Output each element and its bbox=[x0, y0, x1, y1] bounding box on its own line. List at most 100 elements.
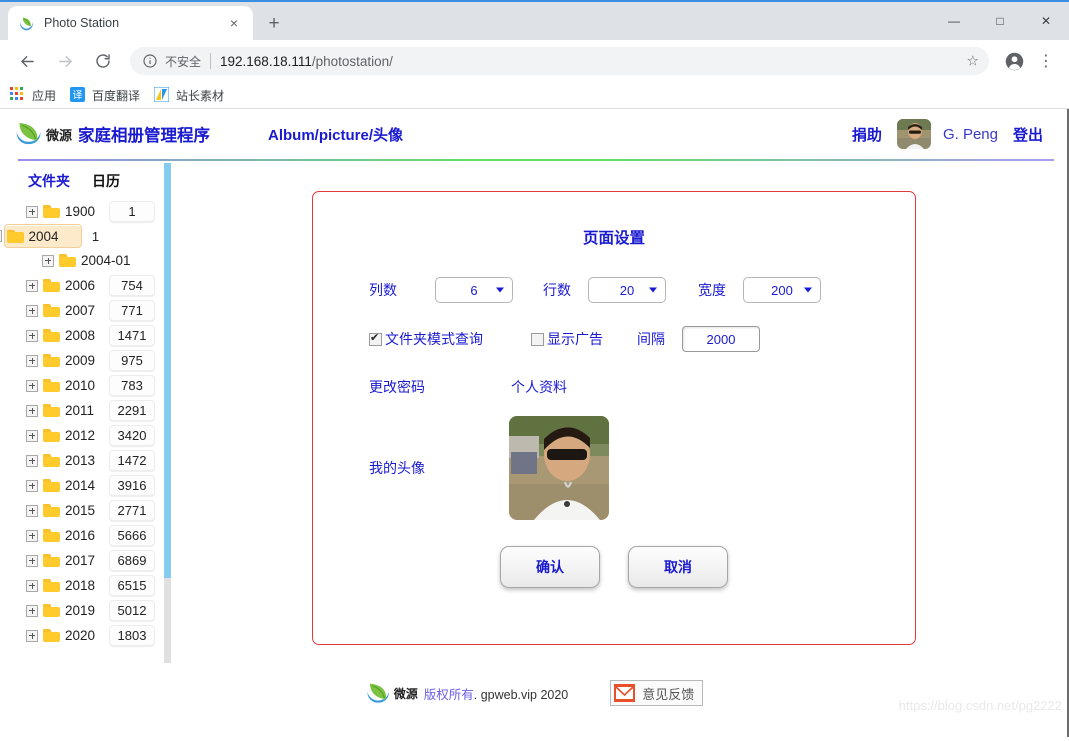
rows-value: 20 bbox=[620, 283, 634, 298]
tree-node[interactable]: 2007771 bbox=[0, 298, 160, 323]
feedback-button[interactable]: 意见反馈 bbox=[610, 680, 703, 706]
expand-plus-icon[interactable] bbox=[26, 330, 38, 342]
tree-node[interactable]: 2010783 bbox=[0, 373, 160, 398]
maximize-icon[interactable]: □ bbox=[977, 2, 1023, 40]
expand-plus-icon[interactable] bbox=[26, 580, 38, 592]
brand[interactable]: 微源 家庭相册管理程序 bbox=[14, 121, 210, 147]
tab-close-icon[interactable]: × bbox=[225, 14, 243, 32]
width-value: 200 bbox=[771, 283, 793, 298]
page-settings-panel: 页面设置 列数 6 行数 20 宽度 bbox=[312, 191, 916, 645]
cancel-button[interactable]: 取消 bbox=[628, 546, 728, 588]
expand-plus-icon[interactable] bbox=[26, 206, 38, 218]
tree-node[interactable]: 2004-01 bbox=[0, 248, 160, 273]
logout-link[interactable]: 登出 bbox=[1013, 124, 1043, 145]
bookmark-star-icon[interactable]: ☆ bbox=[966, 53, 979, 70]
folder-mode-checkbox[interactable] bbox=[369, 333, 382, 346]
close-icon[interactable]: ✕ bbox=[1023, 2, 1069, 40]
expand-plus-icon[interactable] bbox=[26, 530, 38, 542]
browser-window: Photo Station × + — □ ✕ 不安全 192.168.18.1… bbox=[0, 0, 1069, 741]
tree-node[interactable]: 20041 bbox=[4, 224, 82, 248]
minimize-icon[interactable]: — bbox=[931, 2, 977, 40]
avatar[interactable] bbox=[897, 119, 931, 149]
tree-node-count: 1803 bbox=[109, 625, 155, 646]
reload-icon[interactable] bbox=[88, 46, 118, 76]
folder-icon bbox=[43, 329, 60, 342]
site-header: 微源 家庭相册管理程序 Album/picture/头像 捐助 bbox=[0, 109, 1068, 159]
expand-plus-icon[interactable] bbox=[26, 405, 38, 417]
info-circle-icon[interactable] bbox=[142, 53, 158, 69]
expand-plus-icon[interactable] bbox=[26, 430, 38, 442]
url-text: 192.168.18.111/photostation/ bbox=[220, 54, 393, 69]
bookmark-apps[interactable]: 应用 bbox=[10, 87, 56, 104]
page-right-border bbox=[1067, 109, 1068, 737]
sidebar-tab-folders[interactable]: 文件夹 bbox=[28, 171, 70, 191]
tree-node[interactable]: 20081471 bbox=[0, 323, 160, 348]
settings-row-selects: 列数 6 行数 20 宽度 200 bbox=[313, 277, 915, 303]
bookmark-chinaz[interactable]: 站长素材 bbox=[154, 87, 224, 104]
menu-icon[interactable]: ⋮ bbox=[1031, 46, 1061, 76]
show-ads-checkbox[interactable] bbox=[531, 333, 544, 346]
folder-icon bbox=[43, 579, 60, 592]
expand-plus-icon[interactable] bbox=[26, 380, 38, 392]
content-row: 文件夹 日历 19001200412004-012006754200777120… bbox=[0, 161, 1068, 667]
folder-icon bbox=[59, 254, 76, 267]
tree-node[interactable]: 2009975 bbox=[0, 348, 160, 373]
columns-select[interactable]: 6 bbox=[435, 277, 513, 303]
tree-node[interactable]: 20152771 bbox=[0, 498, 160, 523]
tree-node[interactable]: 20123420 bbox=[0, 423, 160, 448]
expand-plus-icon[interactable] bbox=[26, 305, 38, 317]
tree-node[interactable]: 20186515 bbox=[0, 573, 160, 598]
my-avatar-image[interactable] bbox=[509, 416, 609, 520]
expand-plus-icon[interactable] bbox=[26, 555, 38, 567]
chevron-down-icon bbox=[804, 288, 812, 293]
tree-node-count: 3916 bbox=[109, 475, 155, 496]
expand-plus-icon[interactable] bbox=[26, 280, 38, 292]
expand-plus-icon[interactable] bbox=[26, 505, 38, 517]
bookmark-baidu-translate[interactable]: 译 百度翻译 bbox=[70, 87, 140, 104]
tree-node[interactable]: 20201803 bbox=[0, 623, 160, 648]
tree-node-label: 2004 bbox=[29, 229, 65, 244]
confirm-button[interactable]: 确认 bbox=[500, 546, 600, 588]
sidebar-tab-calendar[interactable]: 日历 bbox=[92, 171, 120, 191]
tree-node-count: 2771 bbox=[109, 500, 155, 521]
tree-node[interactable]: 19001 bbox=[0, 199, 160, 224]
expand-plus-icon[interactable] bbox=[26, 455, 38, 467]
expand-plus-icon[interactable] bbox=[26, 630, 38, 642]
show-ads-label[interactable]: 显示广告 bbox=[547, 329, 603, 349]
collapse-minus-icon[interactable] bbox=[0, 230, 2, 242]
tree-node[interactable]: 20112291 bbox=[0, 398, 160, 423]
columns-label: 列数 bbox=[369, 280, 397, 300]
page-content: 微源 家庭相册管理程序 Album/picture/头像 捐助 bbox=[0, 109, 1069, 737]
rows-select[interactable]: 20 bbox=[588, 277, 666, 303]
footer-brand-label: 微源 bbox=[394, 685, 418, 702]
address-bar[interactable]: 不安全 192.168.18.111/photostation/ ☆ bbox=[130, 47, 989, 75]
folder-icon bbox=[43, 205, 60, 218]
tree-node-count: 771 bbox=[109, 300, 155, 321]
tree-node[interactable]: 20165666 bbox=[0, 523, 160, 548]
tree-node-label: 2014 bbox=[65, 478, 101, 493]
browser-tab[interactable]: Photo Station × bbox=[8, 6, 253, 40]
expand-plus-icon[interactable] bbox=[42, 255, 54, 267]
tree-node[interactable]: 20176869 bbox=[0, 548, 160, 573]
expand-plus-icon[interactable] bbox=[26, 355, 38, 367]
profile-link[interactable]: 个人资料 bbox=[511, 377, 567, 397]
tree-node[interactable]: 2014 3916 bbox=[0, 473, 160, 498]
omnibox-divider bbox=[210, 53, 211, 69]
folder-mode-label[interactable]: 文件夹模式查询 bbox=[385, 329, 483, 349]
breadcrumb[interactable]: Album/picture/头像 bbox=[268, 124, 403, 145]
tree-node[interactable]: 20195012 bbox=[0, 598, 160, 623]
interval-input[interactable]: 2000 bbox=[682, 326, 760, 352]
tree-node[interactable]: 2006754 bbox=[0, 273, 160, 298]
expand-plus-icon[interactable] bbox=[26, 605, 38, 617]
svg-text:译: 译 bbox=[73, 90, 83, 102]
bookmark-label: 应用 bbox=[32, 87, 56, 104]
expand-plus-icon[interactable] bbox=[26, 480, 38, 492]
tree-node[interactable]: 20131472 bbox=[0, 448, 160, 473]
settings-links-row: 更改密码 个人资料 bbox=[313, 377, 915, 397]
profile-icon[interactable] bbox=[999, 46, 1029, 76]
new-tab-button[interactable]: + bbox=[260, 9, 288, 37]
change-password-link[interactable]: 更改密码 bbox=[369, 377, 425, 397]
width-select[interactable]: 200 bbox=[743, 277, 821, 303]
back-icon[interactable] bbox=[12, 46, 42, 76]
donate-link[interactable]: 捐助 bbox=[852, 124, 882, 145]
